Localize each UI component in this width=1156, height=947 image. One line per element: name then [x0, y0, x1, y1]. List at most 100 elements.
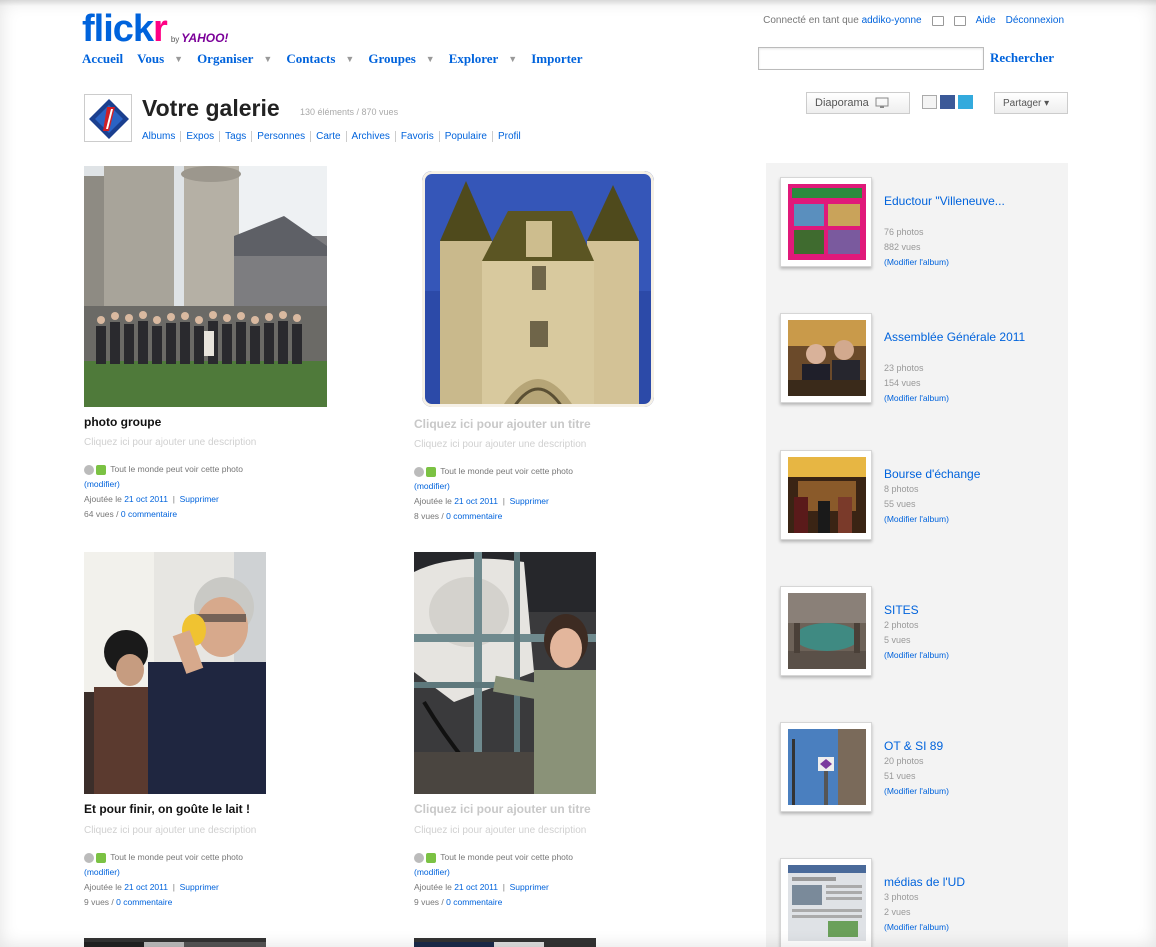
- cart-icon[interactable]: [931, 15, 944, 26]
- photo-description[interactable]: Cliquez ici pour ajouter une description: [414, 439, 586, 450]
- nav-explorer[interactable]: Explorer ▼: [449, 51, 518, 67]
- photo-title[interactable]: Cliquez ici pour ajouter un titre: [414, 802, 591, 816]
- album-title[interactable]: SITES: [884, 602, 1054, 619]
- email-share-icon[interactable]: [922, 95, 937, 109]
- mail-icon[interactable]: [953, 15, 966, 26]
- chevron-down-icon[interactable]: ▼: [263, 54, 272, 64]
- edit-album-link[interactable]: (Modifier l'album): [884, 786, 949, 796]
- chevron-down-icon[interactable]: ▼: [174, 54, 183, 64]
- photo-image-partial[interactable]: [84, 938, 266, 947]
- edit-album-link[interactable]: (Modifier l'album): [884, 393, 949, 403]
- chevron-down-icon[interactable]: ▼: [345, 54, 354, 64]
- chevron-down-icon[interactable]: ▼: [508, 54, 517, 64]
- photo-title[interactable]: Et pour finir, on goûte le lait !: [84, 802, 250, 816]
- edit-album-link[interactable]: (Modifier l'album): [884, 514, 949, 524]
- delete-link[interactable]: Supprimer: [510, 496, 549, 506]
- logout-link[interactable]: Déconnexion: [1006, 15, 1064, 26]
- nav-groupes[interactable]: Groupes ▼: [368, 51, 434, 67]
- photo-image[interactable]: [84, 166, 327, 407]
- tab-personnes[interactable]: Personnes: [252, 131, 312, 142]
- album-title[interactable]: OT & SI 89: [884, 738, 1054, 755]
- album-title[interactable]: Bourse d'échange: [884, 466, 1054, 483]
- album-thumbnail[interactable]: [788, 320, 866, 396]
- flickr-logo[interactable]: flick r by YAHOO!: [82, 8, 228, 48]
- tab-profil[interactable]: Profil: [493, 131, 526, 142]
- tab-favoris[interactable]: Favoris: [396, 131, 440, 142]
- nav-organiser[interactable]: Organiser ▼: [197, 51, 272, 67]
- nav-vous[interactable]: Vous ▼: [137, 51, 183, 67]
- album-item[interactable]: Eductour "Villeneuve... 76 photos 882 vu…: [780, 177, 1060, 287]
- album-thumbnail[interactable]: [788, 729, 866, 805]
- account-bar: Connecté en tant que addiko-yonne Aide D…: [763, 15, 1064, 26]
- album-thumb-frame[interactable]: [780, 858, 872, 947]
- photo-image[interactable]: [84, 552, 266, 794]
- buddy-icon-avatar[interactable]: [84, 94, 132, 142]
- date-link[interactable]: 21 oct 2011: [454, 882, 498, 892]
- tab-albums[interactable]: Albums: [142, 131, 182, 142]
- page-title: Votre galerie: [142, 95, 280, 121]
- share-button[interactable]: Partager ▾: [994, 92, 1068, 114]
- edit-album-link[interactable]: (Modifier l'album): [884, 257, 949, 267]
- search-button[interactable]: Rechercher: [990, 50, 1054, 66]
- tab-tags[interactable]: Tags: [220, 131, 253, 142]
- tab-archives[interactable]: Archives: [347, 131, 396, 142]
- album-title[interactable]: Eductour "Villeneuve...: [884, 193, 1054, 210]
- comments-link[interactable]: 0 commentaire: [116, 897, 172, 907]
- search-input[interactable]: [758, 47, 984, 70]
- tab-carte[interactable]: Carte: [311, 131, 347, 142]
- facebook-share-icon[interactable]: [940, 95, 955, 109]
- album-thumb-frame[interactable]: [780, 450, 872, 540]
- delete-link[interactable]: Supprimer: [510, 882, 549, 892]
- album-thumbnail[interactable]: [788, 865, 866, 941]
- album-thumbnail[interactable]: [788, 184, 866, 260]
- help-link[interactable]: Aide: [976, 15, 996, 26]
- nav-accueil[interactable]: Accueil: [82, 51, 123, 67]
- delete-link[interactable]: Supprimer: [180, 882, 219, 892]
- username-link[interactable]: addiko-yonne: [862, 15, 922, 26]
- photo-image[interactable]: [422, 171, 654, 407]
- comments-link[interactable]: 0 commentaire: [121, 509, 177, 519]
- album-thumb-frame[interactable]: [780, 313, 872, 403]
- chevron-down-icon[interactable]: ▼: [426, 54, 435, 64]
- slideshow-button[interactable]: Diaporama: [806, 92, 910, 114]
- modify-privacy-link[interactable]: (modifier): [84, 867, 120, 877]
- modify-privacy-link[interactable]: (modifier): [414, 867, 450, 877]
- album-thumbnail[interactable]: [788, 457, 866, 533]
- photo-title[interactable]: photo groupe: [84, 415, 161, 429]
- date-link[interactable]: 21 oct 2011: [124, 882, 168, 892]
- album-thumb-frame[interactable]: [780, 722, 872, 812]
- comments-link[interactable]: 0 commentaire: [446, 511, 502, 521]
- nav-importer[interactable]: Importer: [531, 51, 582, 67]
- gallery-stats: 130 éléments / 870 vues: [300, 107, 399, 117]
- album-title[interactable]: Assemblée Générale 2011: [884, 329, 1054, 346]
- date-link[interactable]: 21 oct 2011: [124, 494, 168, 504]
- photo-description[interactable]: Cliquez ici pour ajouter une description: [84, 437, 256, 448]
- edit-album-link[interactable]: (Modifier l'album): [884, 922, 949, 932]
- tab-populaire[interactable]: Populaire: [440, 131, 493, 142]
- album-item[interactable]: médias de l'UD 3 photos 2 vues (Modifier…: [780, 858, 1060, 947]
- modify-privacy-link[interactable]: (modifier): [414, 481, 450, 491]
- album-thumbnail[interactable]: [788, 593, 866, 669]
- photo-image[interactable]: [414, 552, 596, 794]
- tab-expos[interactable]: Expos: [181, 131, 221, 142]
- delete-link[interactable]: Supprimer: [180, 494, 219, 504]
- album-item[interactable]: SITES 2 photos 5 vues (Modifier l'album): [780, 586, 1060, 696]
- album-thumb-frame[interactable]: [780, 177, 872, 267]
- album-thumb-frame[interactable]: [780, 586, 872, 676]
- photo-description[interactable]: Cliquez ici pour ajouter une description: [414, 825, 586, 836]
- photo-description[interactable]: Cliquez ici pour ajouter une description: [84, 825, 256, 836]
- album-item[interactable]: Bourse d'échange 8 photos 55 vues (Modif…: [780, 450, 1060, 560]
- photo-title[interactable]: Cliquez ici pour ajouter un titre: [414, 417, 591, 431]
- date-link[interactable]: 21 oct 2011: [454, 496, 498, 506]
- nav-contacts[interactable]: Contacts ▼: [286, 51, 354, 67]
- edit-album-link[interactable]: (Modifier l'album): [884, 650, 949, 660]
- album-item[interactable]: OT & SI 89 20 photos 51 vues (Modifier l…: [780, 722, 1060, 832]
- photo-meta: Tout le monde peut voir cette photo (mod…: [84, 464, 243, 519]
- album-item[interactable]: Assemblée Générale 2011 23 photos 154 vu…: [780, 313, 1060, 423]
- twitter-share-icon[interactable]: [958, 95, 973, 109]
- modify-privacy-link[interactable]: (modifier): [84, 479, 120, 489]
- globe-icon: [414, 466, 424, 477]
- comments-link[interactable]: 0 commentaire: [446, 897, 502, 907]
- album-title[interactable]: médias de l'UD: [884, 874, 1054, 891]
- photo-image-partial[interactable]: [414, 938, 596, 947]
